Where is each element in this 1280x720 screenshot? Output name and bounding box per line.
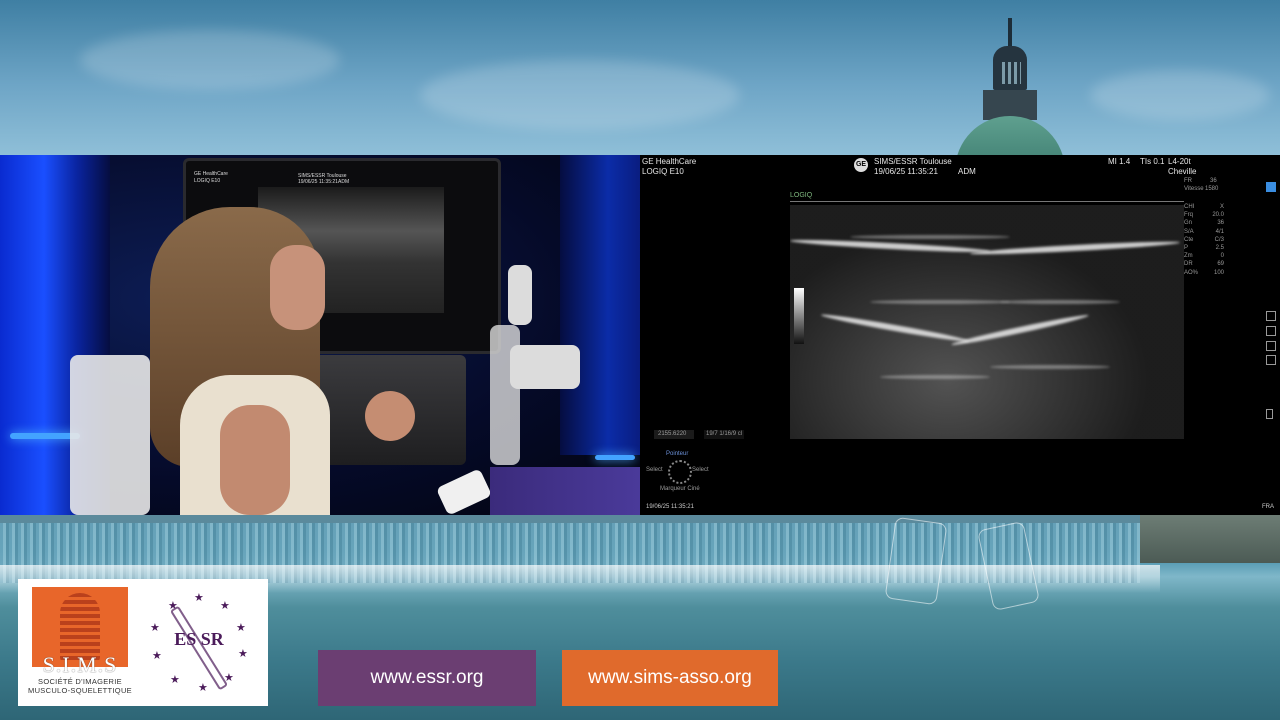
- ultrasound-image[interactable]: [790, 205, 1184, 439]
- monitor-user: ADM: [338, 179, 350, 185]
- presenter-face: [270, 245, 325, 330]
- monitor-datetime: 19/06/25 11:35:21: [298, 179, 338, 185]
- arm-column: [490, 325, 520, 465]
- side-phone-icon[interactable]: [1266, 409, 1273, 419]
- camera-feed: GE HealthCare LOGIQ E10 SIMS/ESSR Toulou…: [0, 155, 640, 515]
- star-icon: ★: [152, 650, 162, 662]
- presenter-hand: [365, 391, 415, 441]
- control-bottom-label: Marqueur Ciné: [660, 486, 700, 492]
- presenter-arm: [220, 405, 290, 515]
- essr-website-link[interactable]: www.essr.org: [318, 650, 536, 706]
- us-footer-datetime: 19/06/25 11:35:21: [646, 504, 694, 510]
- stage-light-right: [595, 455, 635, 460]
- sims-subtitle-line2: MUSCULO-SQUELETTIQUE: [28, 686, 132, 695]
- control-top-label: Pointeur: [666, 451, 689, 457]
- star-icon: ★: [194, 592, 204, 604]
- us-header-datetime: 19/06/25 11:35:21: [874, 167, 938, 176]
- us-tag1: 2155.6220: [658, 431, 687, 437]
- star-icon: ★: [220, 600, 230, 612]
- param-row: AO% 100: [1184, 269, 1224, 276]
- echo-band: [870, 300, 1010, 304]
- sims-logo-name: S.I.M.S: [42, 652, 118, 677]
- us-model: LOGIQ E10: [642, 167, 684, 176]
- console-arm: [470, 265, 580, 465]
- param-row: DR 69: [1184, 261, 1224, 268]
- us-param-list: CHI X Frq 20.0 Gn 36 S/A 4/1 Cte C/3 P 2.5 Zm 0…: [1184, 203, 1224, 277]
- us-probe: L4-20t: [1168, 157, 1191, 166]
- us-fr-key: FR: [1184, 178, 1192, 184]
- us-footer: 19/06/25 11:35:21 FRA: [640, 502, 1280, 515]
- us-depth-line: [790, 201, 1184, 202]
- side-save-icon[interactable]: [1266, 355, 1276, 365]
- star-icon: ★: [224, 672, 234, 684]
- us-header-title: SIMS/ESSR Toulouse: [874, 157, 952, 166]
- param-row: Gn 36: [1184, 220, 1224, 227]
- echo-band: [880, 375, 990, 379]
- purple-cloth: [490, 467, 640, 515]
- echo-band: [990, 365, 1110, 369]
- echo-band: [950, 312, 1090, 348]
- us-tis: TIs 0.1: [1140, 157, 1165, 166]
- ultrasound-screen: GE HealthCare LOGIQ E10 GE SIMS/ESSR Tou…: [640, 155, 1280, 515]
- echo-band: [790, 237, 991, 255]
- grayscale-bar: [794, 288, 804, 344]
- us-fr-val: 36: [1210, 178, 1217, 184]
- us-mode-label: LOGIQ: [790, 192, 813, 199]
- echo-band: [820, 312, 970, 344]
- star-icon: ★: [238, 648, 248, 660]
- side-print-icon[interactable]: [1266, 311, 1276, 321]
- video-strip: GE HealthCare LOGIQ E10 SIMS/ESSR Toulou…: [0, 155, 1280, 515]
- logos-panel: S.I.M.S SOCIÉTÉ D'IMAGERIE MUSCULO-SQUEL…: [18, 579, 268, 706]
- us-vitesse-val: 1580: [1205, 186, 1219, 192]
- essr-logo-name: ES SR: [174, 629, 224, 649]
- us-vendor: GE HealthCare: [642, 157, 697, 166]
- echo-band: [850, 235, 1010, 239]
- side-layout-icon[interactable]: [1266, 326, 1276, 336]
- us-preset: Cheville: [1168, 167, 1197, 176]
- arm-post: [508, 265, 532, 325]
- param-row: Zm 0: [1184, 253, 1224, 260]
- ultrasound-probe: [435, 468, 493, 515]
- side-split-icon[interactable]: [1266, 341, 1276, 351]
- us-vitesse-key: Vitesse: [1184, 186, 1204, 192]
- star-icon: ★: [170, 674, 180, 686]
- ge-logo-icon: GE: [854, 158, 868, 172]
- us-status-square: [1266, 182, 1276, 192]
- sims-logo-subtitle: SOCIÉTÉ D'IMAGERIE MUSCULO-SQUELETTIQUE: [28, 677, 132, 695]
- param-row: Cte C/3: [1184, 236, 1224, 243]
- control-left-label: Select: [646, 467, 663, 473]
- echo-band: [1000, 300, 1120, 304]
- sims-website-link[interactable]: www.sims-asso.org: [562, 650, 778, 706]
- star-icon: ★: [236, 622, 246, 634]
- monitor-model: LOGIQ E10: [194, 178, 221, 184]
- river-bank: [1140, 515, 1280, 563]
- equipment-left: [70, 355, 150, 515]
- essr-logo: ★ ★ ★ ★ ★ ★ ★ ★ ★ ★ ES SR: [146, 591, 251, 696]
- star-icon: ★: [168, 600, 178, 612]
- control-right-label: Select: [692, 467, 709, 473]
- capitole-dome: [955, 18, 1065, 176]
- arm-holder: [510, 345, 580, 389]
- star-icon: ★: [150, 622, 160, 634]
- cloud: [1090, 70, 1270, 120]
- us-header-user: ADM: [958, 167, 976, 176]
- cloud: [80, 30, 340, 90]
- us-mi: MI 1.4: [1108, 157, 1131, 166]
- cloud: [420, 60, 740, 130]
- dome-spire: [1008, 18, 1012, 48]
- param-row: S/A 4/1: [1184, 228, 1224, 235]
- us-tag2: 19/7 1/16/9 cl: [706, 431, 743, 437]
- param-row: Frq 20.0: [1184, 212, 1224, 219]
- trackball-knob-icon[interactable]: [668, 460, 692, 484]
- param-row: CHI X: [1184, 204, 1224, 210]
- echo-band: [969, 239, 1181, 257]
- us-footer-lang: FRA: [1262, 504, 1274, 510]
- sims-subtitle-line1: SOCIÉTÉ D'IMAGERIE: [38, 677, 122, 686]
- star-icon: ★: [198, 682, 208, 694]
- monitor-vendor: GE HealthCare: [194, 171, 228, 177]
- sky-background: [0, 0, 1280, 176]
- param-row: P 2.5: [1184, 245, 1224, 252]
- weir-edge: [0, 515, 1280, 523]
- dome-lantern: [993, 46, 1027, 90]
